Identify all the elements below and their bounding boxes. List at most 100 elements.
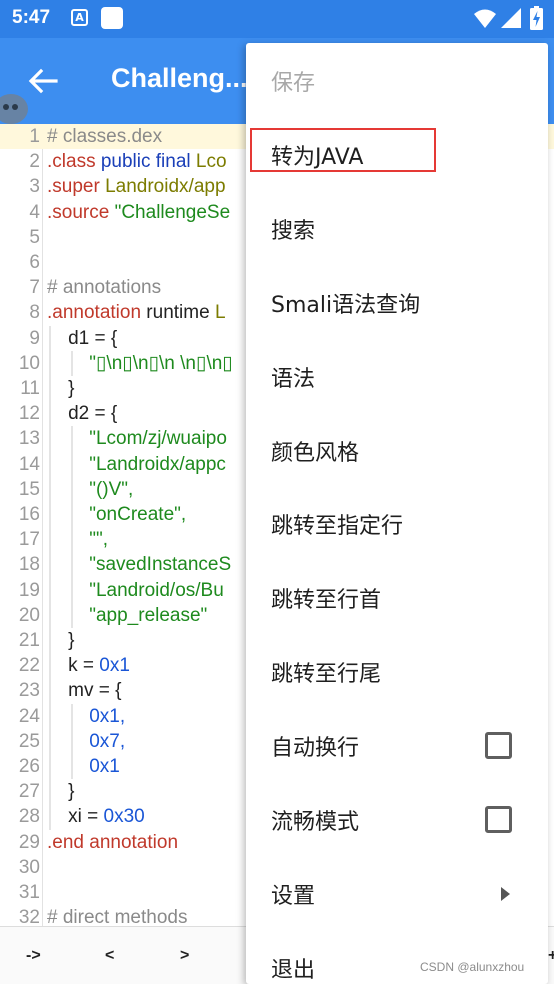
line-number: 18 bbox=[18, 554, 40, 576]
code-token: .end annotation bbox=[47, 831, 179, 853]
code-token: "ChallengeSe bbox=[109, 201, 231, 223]
indent-guide bbox=[71, 703, 73, 780]
code-token: "()V", bbox=[47, 478, 134, 500]
code-text: } bbox=[47, 376, 74, 401]
code-text: } bbox=[47, 779, 74, 804]
menu-item[interactable]: 设置 bbox=[246, 856, 548, 930]
line-number: 30 bbox=[18, 856, 40, 878]
menu-item[interactable]: 退出 bbox=[246, 930, 548, 984]
code-token: 0x1, bbox=[47, 705, 126, 727]
menu-item-label: 颜色风格 bbox=[271, 440, 360, 466]
line-number: 5 bbox=[29, 226, 40, 248]
line-number: 19 bbox=[18, 579, 40, 601]
line-number: 32 bbox=[18, 907, 40, 926]
code-text: mv = { bbox=[47, 678, 121, 703]
code-text: # direct methods bbox=[47, 905, 187, 926]
code-token: xi = bbox=[47, 806, 104, 828]
indent-guide bbox=[49, 325, 51, 830]
code-token: "", bbox=[47, 529, 108, 551]
menu-item-label: 跳转至行首 bbox=[271, 588, 382, 614]
code-text: .super Landroidx/app bbox=[47, 174, 226, 199]
code-text: .source "ChallengeSe bbox=[47, 200, 230, 225]
code-token: } bbox=[47, 630, 75, 651]
highlight-box bbox=[250, 128, 436, 172]
code-token: "savedInstanceS bbox=[47, 554, 232, 576]
line-number: 29 bbox=[18, 831, 40, 853]
code-text: "Landroid/os/Bu bbox=[47, 578, 224, 603]
line-number: 15 bbox=[18, 478, 40, 500]
status-time: 5:47 bbox=[12, 7, 51, 28]
menu-item[interactable]: Smali语法查询 bbox=[246, 265, 548, 339]
line-number: 24 bbox=[18, 705, 40, 727]
symbol-less-key[interactable]: < bbox=[105, 947, 114, 965]
menu-item[interactable]: 语法 bbox=[246, 339, 548, 413]
menu-checkbox[interactable] bbox=[485, 732, 512, 760]
symbol-arrow-key[interactable]: -> bbox=[26, 947, 41, 965]
code-token: "Lcom/zj/wuaipo bbox=[47, 428, 227, 450]
line-number: 4 bbox=[29, 201, 40, 223]
line-number: 27 bbox=[18, 781, 40, 803]
code-token: .class bbox=[47, 151, 96, 173]
menu-checkbox[interactable] bbox=[485, 806, 512, 833]
menu-item-label: 自动换行 bbox=[271, 736, 360, 762]
code-text: "onCreate", bbox=[47, 502, 186, 527]
notification-square-icon bbox=[101, 7, 123, 29]
signal-icon bbox=[501, 8, 521, 28]
menu-item[interactable]: 跳转至行尾 bbox=[246, 634, 548, 708]
line-number: 22 bbox=[18, 655, 40, 677]
code-text: .annotation runtime L bbox=[47, 300, 226, 325]
menu-item-label: 跳转至行尾 bbox=[271, 662, 382, 688]
line-number: 20 bbox=[18, 604, 40, 626]
code-token: "onCreate", bbox=[47, 504, 187, 525]
code-text: "savedInstanceS bbox=[47, 552, 231, 577]
debug-bug-icon[interactable] bbox=[0, 90, 30, 124]
menu-item[interactable]: 流畅模式 bbox=[246, 782, 548, 856]
menu-item-label: 保存 bbox=[271, 71, 316, 96]
submenu-arrow-icon bbox=[501, 886, 510, 901]
line-number: 8 bbox=[29, 302, 40, 324]
menu-item[interactable]: 跳转至指定行 bbox=[246, 486, 548, 560]
code-token: mv = { bbox=[47, 680, 122, 702]
line-number: 6 bbox=[29, 252, 40, 273]
code-token: d2 = { bbox=[47, 403, 118, 425]
code-token: # annotations bbox=[47, 277, 162, 299]
back-arrow-icon[interactable] bbox=[26, 64, 60, 98]
code-token: L bbox=[214, 302, 226, 324]
menu-item[interactable]: 搜索 bbox=[246, 191, 548, 265]
line-number: 14 bbox=[18, 453, 40, 475]
menu-item[interactable]: 自动换行 bbox=[246, 708, 548, 782]
line-number: 9 bbox=[29, 327, 40, 349]
line-number: 7 bbox=[29, 277, 40, 299]
code-token: public final bbox=[95, 151, 196, 173]
indent-guide bbox=[71, 350, 73, 376]
code-text: "▯\n▯\n▯\n \n▯\n▯ bbox=[47, 351, 233, 376]
code-text: 0x1, bbox=[47, 704, 125, 729]
code-token: } bbox=[47, 781, 75, 803]
code-text: xi = 0x30 bbox=[47, 804, 145, 829]
menu-item[interactable]: 跳转至行首 bbox=[246, 560, 548, 634]
menu-item[interactable]: 颜色风格 bbox=[246, 413, 548, 487]
menu-item-label: 流畅模式 bbox=[271, 810, 360, 835]
line-number: 13 bbox=[18, 428, 40, 450]
code-token: 0x1 bbox=[99, 655, 130, 677]
app-title: Challeng... bbox=[111, 63, 248, 93]
code-text: .end annotation bbox=[47, 830, 178, 855]
code-token: "Landroid/os/Bu bbox=[47, 579, 224, 601]
line-number: 12 bbox=[18, 403, 40, 425]
code-text: } bbox=[47, 628, 74, 653]
battery-charging-icon bbox=[530, 6, 543, 30]
overflow-menu: 保存 转为JAVA 搜索 Smali语法查询 语法 颜色风格 跳转至指定行 跳转至行首 跳转至行… bbox=[246, 43, 548, 984]
status-bar: 5:47 A bbox=[0, 0, 554, 38]
symbol-plus-key[interactable]: + bbox=[548, 947, 554, 965]
line-number: 2 bbox=[29, 151, 40, 173]
line-number: 25 bbox=[18, 730, 40, 752]
watermark: CSDN @alunxzhou bbox=[420, 960, 525, 974]
code-token: # classes.dex bbox=[47, 126, 163, 147]
menu-item[interactable]: 保存 bbox=[246, 43, 548, 117]
line-number: 11 bbox=[20, 378, 40, 399]
line-number: 16 bbox=[18, 504, 40, 525]
line-number: 17 bbox=[18, 529, 40, 551]
menu-item-label: 语法 bbox=[271, 366, 316, 392]
code-text: "", bbox=[47, 527, 108, 552]
symbol-greater-key[interactable]: > bbox=[180, 947, 189, 965]
